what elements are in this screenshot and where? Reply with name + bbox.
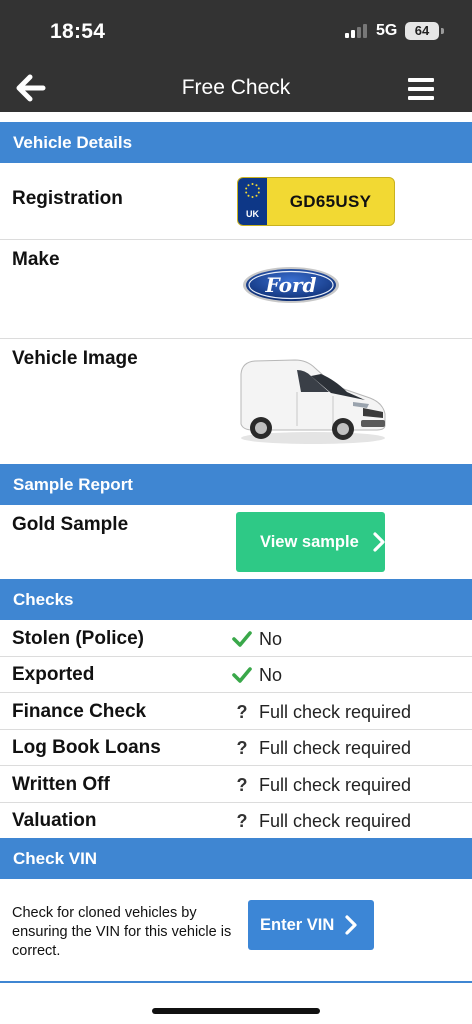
- question-icon: ?: [236, 701, 248, 722]
- check-label: Exported: [12, 664, 95, 686]
- nav-bar: Free Check: [0, 64, 472, 112]
- hamburger-menu-icon[interactable]: [408, 78, 434, 100]
- check-row: Log Book Loans? Full check required: [0, 729, 472, 767]
- battery-tip: [441, 28, 444, 34]
- check-label: Valuation: [12, 810, 97, 831]
- signal-icon: [345, 24, 367, 38]
- enter-vin-button[interactable]: Enter VIN: [248, 900, 374, 950]
- check-icon: [232, 629, 252, 649]
- check-label: Log Book Loans: [12, 737, 161, 759]
- check-icon: [232, 665, 252, 685]
- section-check-vin: Check VIN: [0, 838, 472, 879]
- chevron-right-icon: [345, 915, 357, 935]
- bottom-divider: [0, 981, 472, 983]
- check-row: Written Off? Full check required: [0, 766, 472, 803]
- check-value: Full check required: [259, 701, 412, 722]
- check-label: Written Off: [12, 773, 110, 795]
- check-value: Full check required: [259, 738, 412, 759]
- network-type: 5G: [376, 22, 398, 39]
- status-time: 18:54: [50, 20, 106, 43]
- check-label: Finance Check: [12, 700, 147, 722]
- section-checks: Checks: [0, 579, 472, 620]
- page-title: Free Check: [181, 76, 291, 99]
- vehicle-image: [240, 359, 386, 444]
- ford-logo: Ford: [243, 267, 339, 303]
- plate-country: UK: [246, 209, 259, 219]
- question-icon: ?: [236, 811, 248, 831]
- section-vehicle-details: Vehicle Details: [0, 122, 472, 163]
- vehicle-image-label: Vehicle Image: [12, 348, 138, 369]
- question-icon: ?: [236, 774, 248, 795]
- section-sample-report: Sample Report: [0, 464, 472, 505]
- check-row: Stolen (Police) No: [0, 620, 472, 657]
- vin-description: Check for cloned vehicles by ensuring th…: [12, 905, 232, 959]
- check-row: Finance Check? Full check required: [0, 693, 472, 730]
- gold-sample-label: Gold Sample: [12, 514, 129, 535]
- check-row: Exported No: [0, 656, 472, 694]
- check-value: No: [259, 665, 283, 686]
- home-indicator: [152, 1008, 320, 1014]
- check-value: Full check required: [259, 774, 412, 795]
- enter-vin-label: Enter VIN: [260, 916, 335, 934]
- registration-number: GD65USY: [289, 192, 372, 211]
- check-row: Valuation? Full check required: [0, 802, 472, 839]
- registration-row: Registration: [0, 163, 472, 240]
- ford-logo-text: Ford: [265, 273, 317, 297]
- question-icon: ?: [236, 738, 248, 759]
- check-value: No: [259, 629, 283, 649]
- view-sample-label: View sample: [260, 533, 359, 551]
- make-row: Make: [0, 240, 472, 339]
- view-sample-button[interactable]: View sample: [236, 512, 385, 572]
- status-bar: 18:54 5G 64: [0, 0, 472, 64]
- registration-label: Registration: [12, 188, 123, 209]
- make-label: Make: [12, 249, 60, 270]
- check-value: Full check required: [259, 811, 412, 831]
- check-label: Stolen (Police): [12, 628, 144, 649]
- battery-icon: 64: [405, 22, 439, 40]
- registration-plate: UK GD65USY: [237, 177, 395, 226]
- chevron-right-icon: [373, 532, 385, 552]
